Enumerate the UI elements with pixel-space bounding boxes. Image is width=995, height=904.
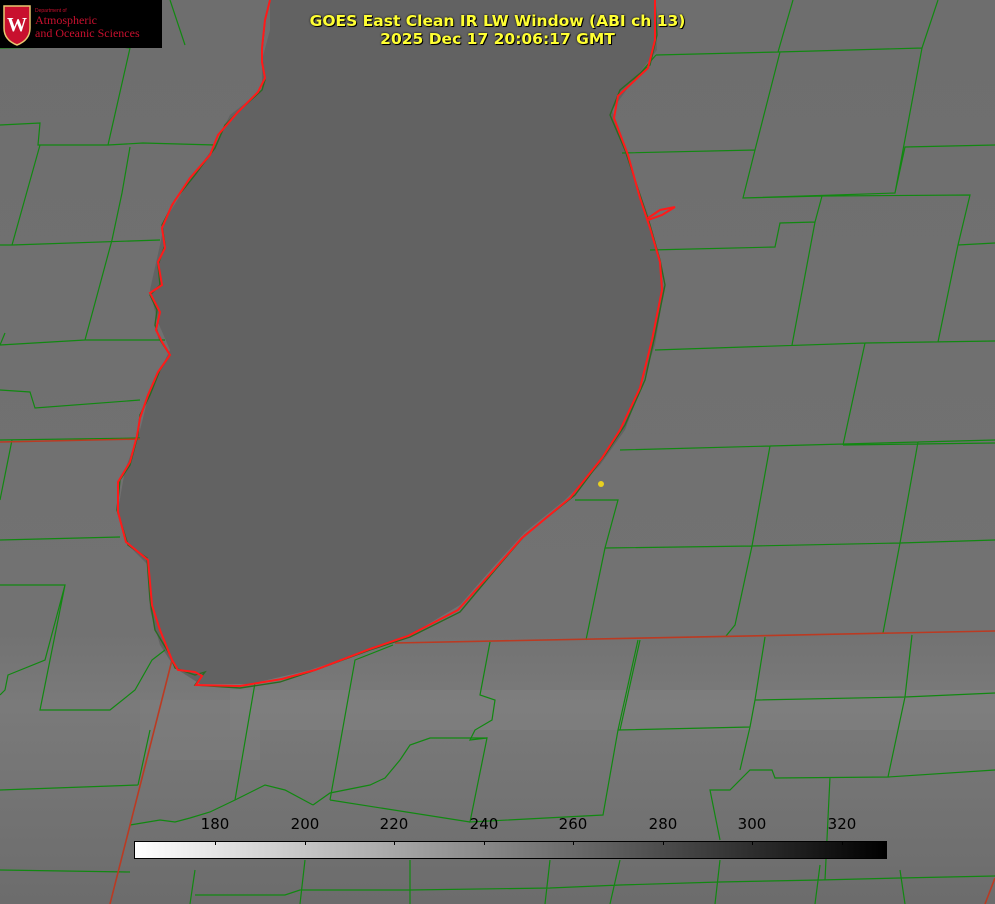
map-timestamp: 2025 Dec 17 20:06:17 GMT	[380, 30, 615, 48]
colorbar-tick-label: 280	[648, 815, 678, 833]
colorbar-tick-label: 320	[827, 815, 857, 833]
colorbar-tick-mark	[484, 841, 485, 845]
map-title: GOES East Clean IR LW Window (ABI ch 13)	[309, 12, 686, 30]
colorbar-tick-label: 220	[379, 815, 409, 833]
colorbar-tick-label: 300	[737, 815, 767, 833]
colorbar-tick-mark	[215, 841, 216, 845]
colorbar-tick-label: 240	[469, 815, 499, 833]
cloud-band	[230, 690, 995, 730]
colorbar-tick-mark	[305, 841, 306, 845]
colorbar	[134, 841, 887, 859]
colorbar-tick-mark	[394, 841, 395, 845]
colorbar-tick-mark	[663, 841, 664, 845]
colorbar-tick-mark	[573, 841, 574, 845]
station-marker	[598, 481, 604, 487]
colorbar-tick-mark	[842, 841, 843, 845]
cloud-patch	[140, 700, 260, 760]
colorbar-tick-mark	[752, 841, 753, 845]
colorbar-tick-label: 200	[290, 815, 320, 833]
satellite-map	[0, 0, 995, 904]
colorbar-tick-label: 180	[200, 815, 230, 833]
colorbar-tick-label: 260	[558, 815, 588, 833]
